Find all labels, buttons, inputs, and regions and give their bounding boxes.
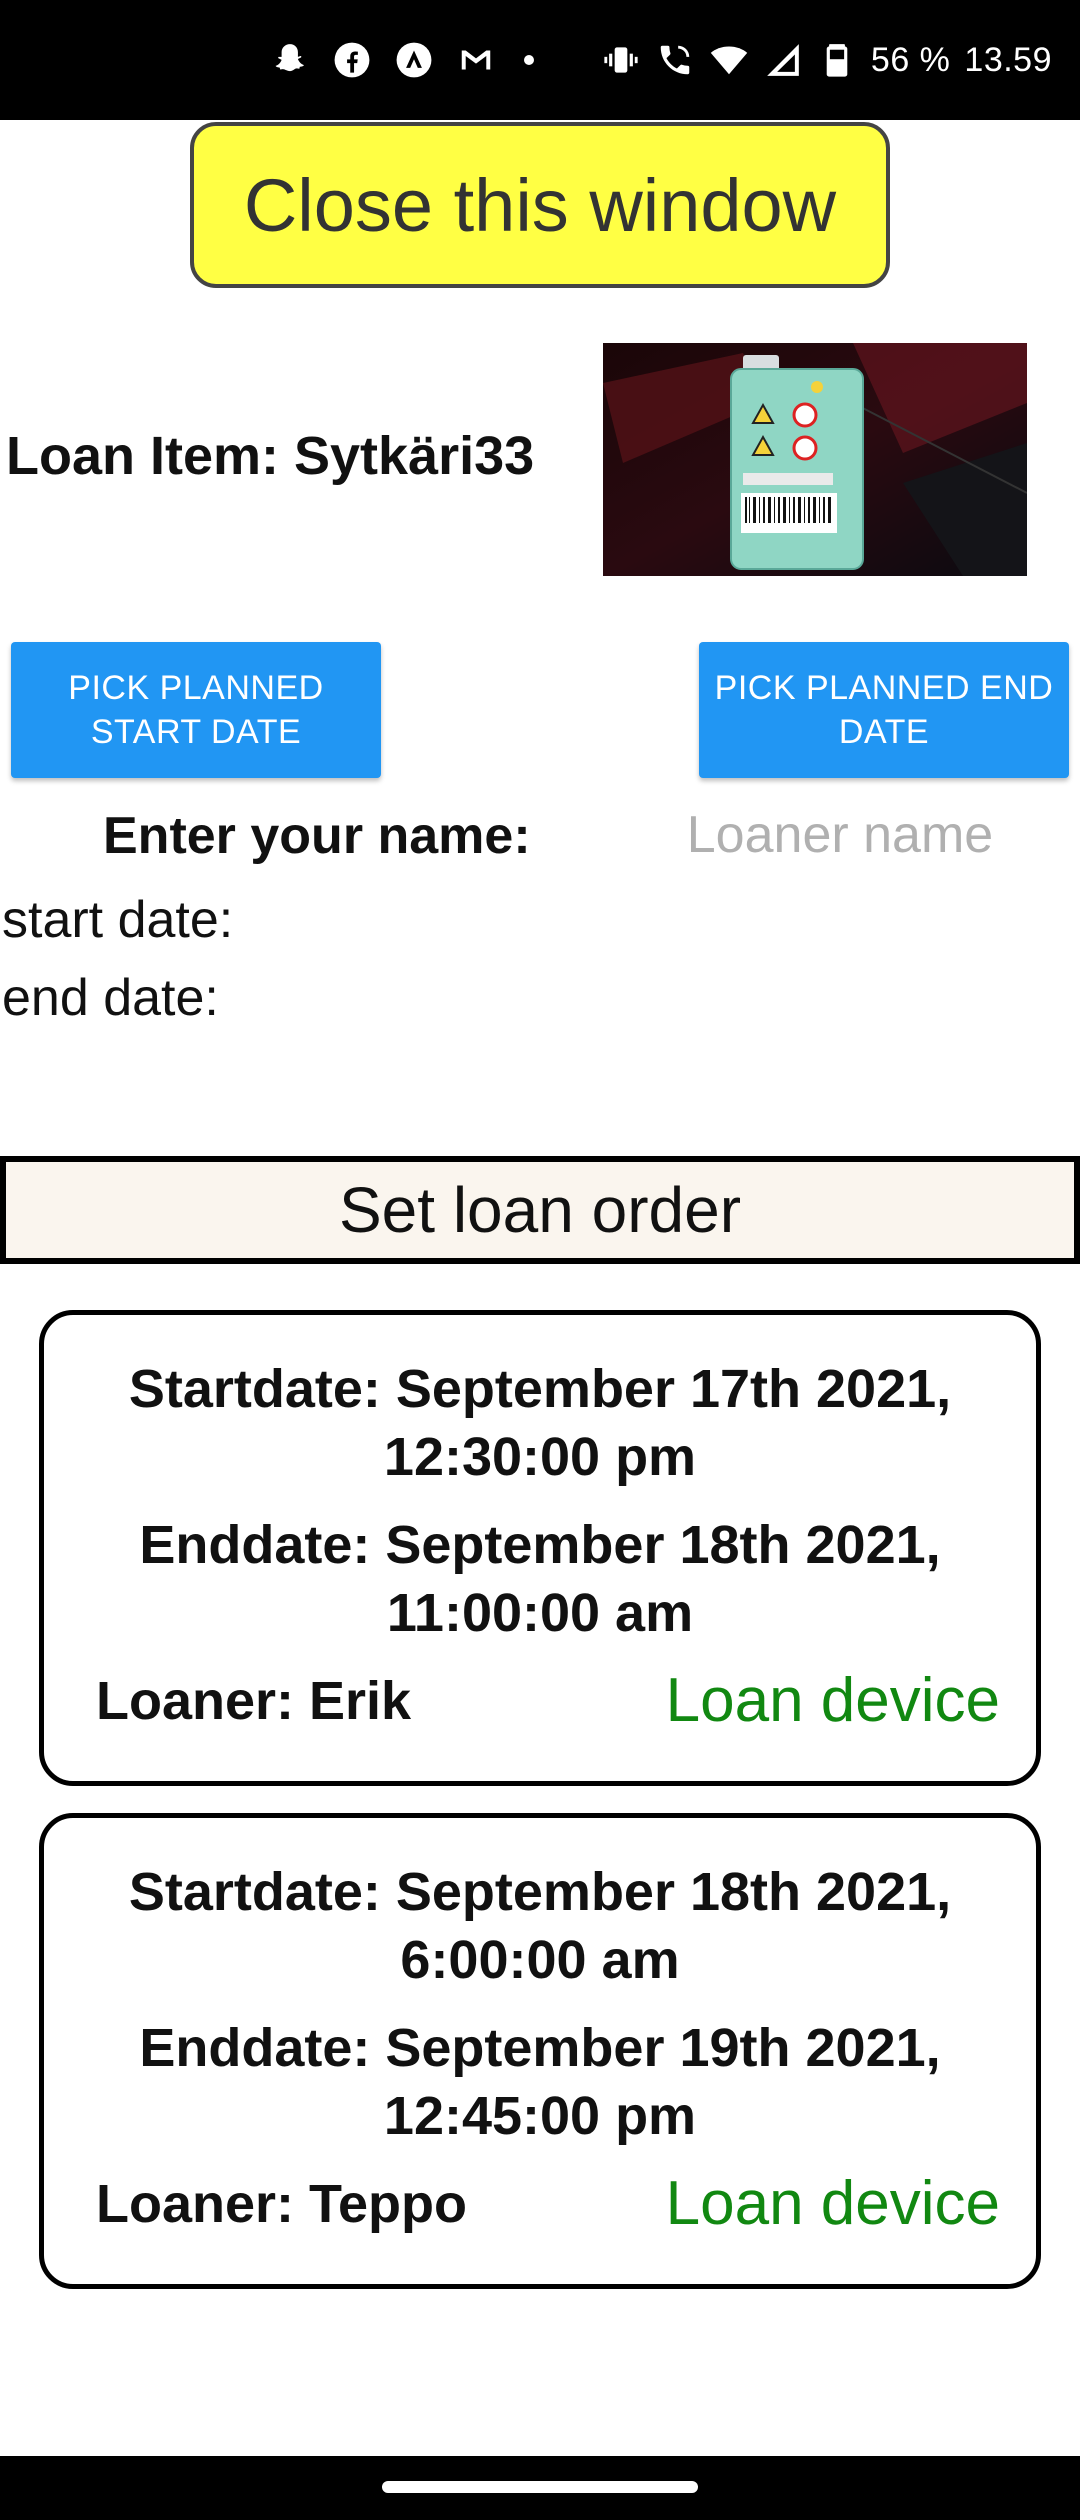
loan-device-button[interactable]: Loan device xyxy=(666,1665,1000,1736)
arc-icon xyxy=(394,40,434,80)
gmail-icon xyxy=(456,40,496,80)
app-screen: 56 % 13.59 Close this window Loan Item: … xyxy=(0,0,1080,2520)
loan-end-date: Enddate: September 18th 2021, 11:00:00 a… xyxy=(139,1515,941,1643)
snapchat-icon xyxy=(270,40,310,80)
battery-icon xyxy=(817,40,857,80)
set-loan-order-button[interactable]: Set loan order xyxy=(0,1156,1080,1264)
status-bar: 56 % 13.59 xyxy=(0,0,1080,120)
wifi-call-icon xyxy=(655,40,695,80)
loan-card: Startdate: September 18th 2021, 6:00:00 … xyxy=(39,1813,1041,2289)
loaner-name: Loaner: Erik xyxy=(96,1671,412,1731)
loan-card: Startdate: September 17th 2021, 12:30:00… xyxy=(39,1310,1041,1786)
vibrate-icon xyxy=(601,40,641,80)
loaner-name-input[interactable] xyxy=(630,800,1050,870)
loan-end-date: Enddate: September 19th 2021, 12:45:00 p… xyxy=(139,2018,941,2146)
loan-start-date: Startdate: September 18th 2021, 6:00:00 … xyxy=(128,1862,952,1990)
name-label: Enter your name: xyxy=(103,807,531,865)
battery-percentage: 56 % xyxy=(870,40,951,79)
loan-start-date: Startdate: September 17th 2021, 12:30:00… xyxy=(128,1359,952,1487)
facebook-icon xyxy=(332,40,372,80)
home-gesture-handle[interactable] xyxy=(382,2481,698,2493)
loan-device-button[interactable]: Loan device xyxy=(666,2168,1000,2239)
wifi-icon xyxy=(709,40,749,80)
loaner-name: Loaner: Teppo xyxy=(96,2174,467,2234)
status-system: 56 % 13.59 xyxy=(601,0,1052,120)
pick-start-date-button[interactable]: PICK PLANNED START DATE xyxy=(11,642,381,778)
pick-end-date-button[interactable]: PICK PLANNED END DATE xyxy=(699,642,1069,778)
status-notifications xyxy=(270,0,534,120)
close-window-button[interactable]: Close this window xyxy=(190,122,890,288)
end-date-label: end date: xyxy=(2,969,219,1027)
signal-icon xyxy=(763,40,803,80)
notification-dot xyxy=(524,55,534,65)
start-date-label: start date: xyxy=(2,891,234,949)
loan-item-photo xyxy=(603,343,1027,576)
clock: 13.59 xyxy=(964,40,1052,79)
loan-item-title: Loan Item: Sytkäri33 xyxy=(6,426,535,486)
